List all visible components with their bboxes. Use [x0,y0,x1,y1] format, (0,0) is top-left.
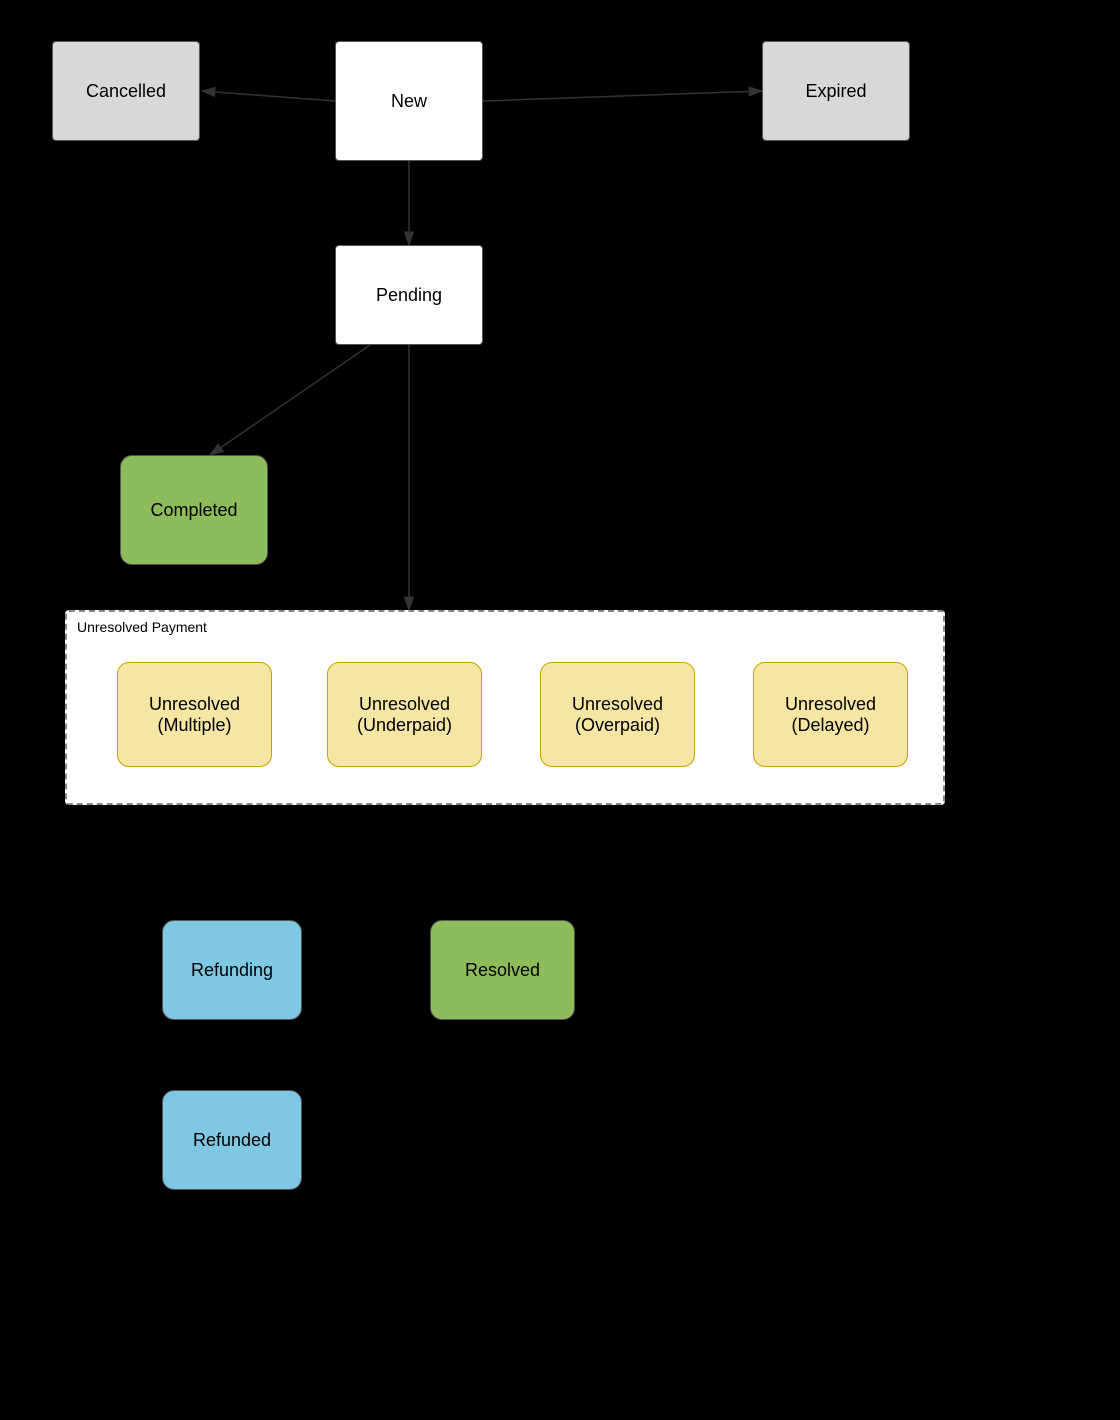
unresolved-overpaid-node: Unresolved(Overpaid) [540,662,695,767]
pending-label: Pending [376,285,442,306]
new-node: New [335,41,483,161]
unresolved-multiple-label: Unresolved(Multiple) [149,694,240,736]
pending-node: Pending [335,245,483,345]
completed-label: Completed [150,500,237,521]
diagram-container: Cancelled New Expired Pending Completed … [0,0,1120,1420]
unresolved-multiple-node: Unresolved(Multiple) [117,662,272,767]
new-label: New [391,91,427,112]
expired-node: Expired [762,41,910,141]
completed-node: Completed [120,455,268,565]
unresolved-delayed-node: Unresolved(Delayed) [753,662,908,767]
unresolved-payment-label: Unresolved Payment [77,618,207,636]
cancelled-node: Cancelled [52,41,200,141]
expired-label: Expired [805,81,866,102]
unresolved-overpaid-label: Unresolved(Overpaid) [572,694,663,736]
refunded-label: Refunded [193,1130,271,1151]
unresolved-payment-container: Unresolved Payment Unresolved(Multiple) … [65,610,945,805]
resolved-label: Resolved [465,960,540,981]
cancelled-label: Cancelled [86,81,166,102]
unresolved-delayed-label: Unresolved(Delayed) [785,694,876,736]
resolved-node: Resolved [430,920,575,1020]
unresolved-underpaid-label: Unresolved(Underpaid) [357,694,452,736]
refunded-node: Refunded [162,1090,302,1190]
refunding-label: Refunding [191,960,273,981]
refunding-node: Refunding [162,920,302,1020]
unresolved-underpaid-node: Unresolved(Underpaid) [327,662,482,767]
